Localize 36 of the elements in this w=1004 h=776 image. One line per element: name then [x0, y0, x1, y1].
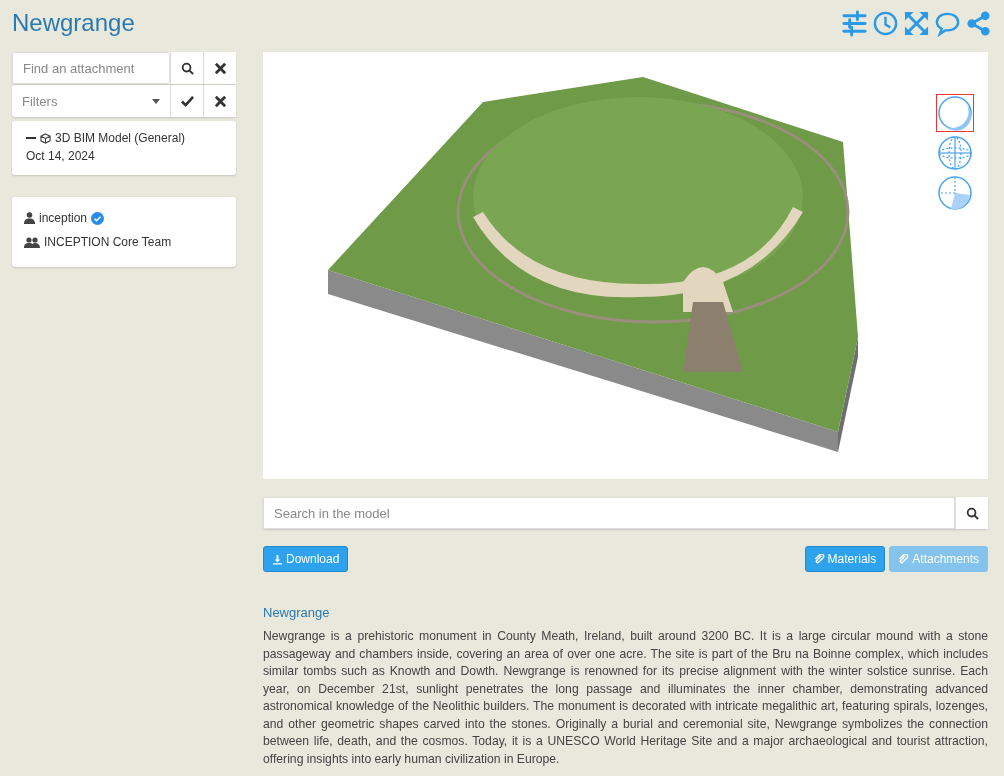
check-icon — [180, 94, 194, 108]
download-icon — [272, 553, 283, 565]
paperclip-icon — [898, 553, 910, 565]
clear-button[interactable] — [203, 85, 236, 117]
description-heading: Newgrange — [263, 605, 331, 620]
model-search-field[interactable]: Search in the model — [263, 497, 955, 529]
fullscreen-icon[interactable] — [903, 9, 930, 37]
close-icon — [213, 94, 227, 108]
shaded-view-button[interactable] — [936, 94, 974, 132]
close-icon — [213, 61, 227, 75]
download-button[interactable]: Download — [263, 546, 349, 572]
apply-button[interactable] — [170, 85, 203, 117]
page-title: Newgrange — [12, 9, 135, 37]
attachment-name[interactable]: 3D BIM Model (General) — [55, 131, 186, 145]
member-name: inception — [39, 211, 88, 225]
section-view-button[interactable] — [936, 174, 974, 212]
model-viewer[interactable] — [263, 52, 988, 479]
paperclip-icon — [813, 553, 825, 565]
cube-icon — [40, 132, 51, 144]
attachment-search-field[interactable]: Find an attachment — [12, 52, 170, 84]
wireframe-view-button[interactable] — [936, 134, 974, 172]
share-icon[interactable] — [965, 9, 992, 37]
search-icon — [180, 61, 194, 75]
member-name: INCEPTION Core Team — [44, 235, 172, 249]
sliders-icon[interactable] — [841, 9, 868, 37]
search-button[interactable] — [955, 497, 988, 529]
description-text: Newgrange is a prehistoric monument in County Meath, Ireland, built around 3200 BC. It is a large circular mound with a stone passageway and chambers inside, covering an area of over one acre. The site is part of the Bru na Boinne complex, which includes similar tombs such as Knowth and Dowth. Newgrange is renowned for its precise alignment with the winter solstice sunrise. Each year, on December 21st, sunlight penetrates the long passage and illuminates the inner chamber, demonstrating advanced astronomical knowledge of the Neolithic builders. The monument is decorated with intricate megalithic art, featuring spirals, lozenges, and other geometric shapes carved into the stones. Originally a burial and ceremonial site, Newgrange symbolizes the connection between life, death, and the cosmos. Today, it is a UNESCO World Heritage Site and a major archaeological and tourist attraction, offering insights into early human civilization in Europe. — [263, 628, 988, 768]
user-icon — [24, 212, 35, 224]
search-button[interactable] — [170, 52, 203, 84]
group-icon — [24, 236, 40, 248]
caret-icon — [152, 98, 160, 104]
clock-icon[interactable] — [872, 9, 899, 37]
materials-button[interactable]: Materials — [804, 546, 886, 572]
attachment-date: Oct 14, 2024 — [26, 149, 96, 163]
clear-button[interactable] — [203, 52, 236, 84]
search-icon — [965, 506, 979, 520]
